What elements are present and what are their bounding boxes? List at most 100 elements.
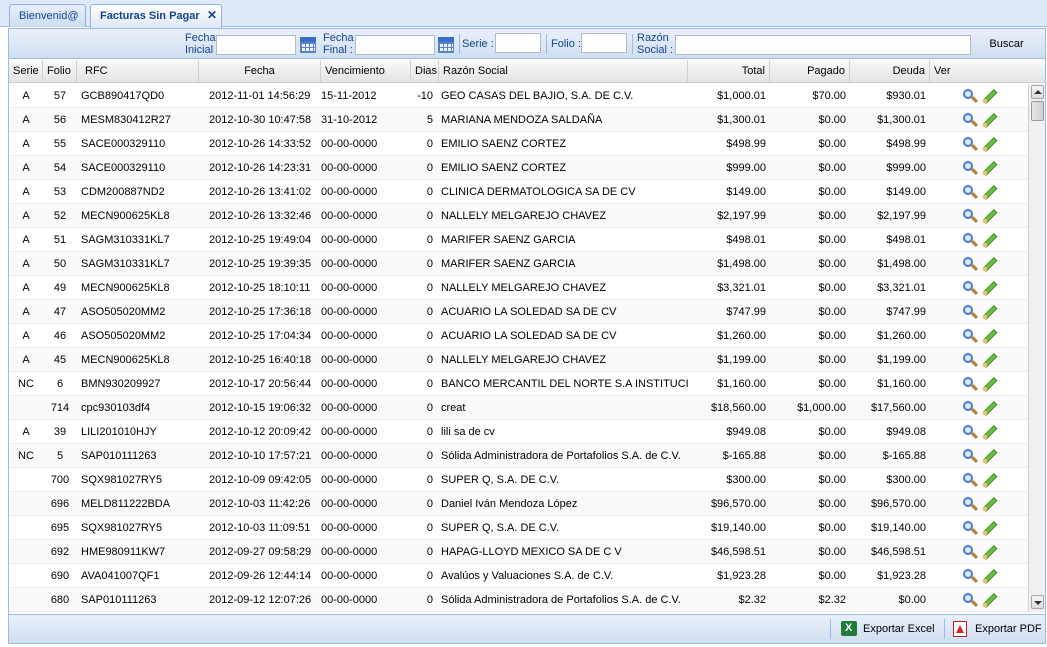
col-ver-header[interactable]: Ver (930, 60, 1028, 83)
edit-pencil-icon[interactable] (982, 136, 998, 152)
table-row[interactable]: 700 SQX981027RY5 2012-10-09 09:42:05 00-00-… (9, 468, 1028, 492)
table-row[interactable]: 690 AVA041007QF1 2012-09-26 12:44:14 00-00-… (9, 564, 1028, 588)
table-row[interactable]: A 57 GCB890417QD0 2012-11-01 14:56:29 15-11-… (9, 84, 1028, 108)
view-magnifier-icon[interactable] (962, 400, 979, 416)
edit-pencil-icon[interactable] (982, 424, 998, 440)
table-row[interactable]: A 53 CDM200887ND2 2012-10-26 13:41:02 00-00-… (9, 180, 1028, 204)
table-row[interactable]: 714 cpc930103df4 2012-10-15 19:06:32 00-00-… (9, 396, 1028, 420)
cell-fecha: 2012-10-09 09:42:05 (209, 474, 312, 486)
tab-facturas-sin-pagar[interactable]: Facturas Sin Pagar ✕ (90, 4, 222, 28)
col-razon-social-header[interactable]: Razón Social (439, 60, 688, 83)
view-magnifier-icon[interactable] (962, 328, 979, 344)
view-magnifier-icon[interactable] (962, 472, 979, 488)
cell-fecha: 2012-09-12 12:07:26 (209, 594, 312, 606)
cell-dias: 0 (426, 234, 433, 246)
view-magnifier-icon[interactable] (962, 232, 979, 248)
table-row[interactable]: 692 HME980911KW7 2012-09-27 09:58:29 00-00-… (9, 540, 1028, 564)
fecha-inicial-input[interactable] (216, 35, 296, 55)
edit-pencil-icon[interactable] (982, 448, 998, 464)
view-magnifier-icon[interactable] (962, 160, 979, 176)
view-magnifier-icon[interactable] (962, 184, 979, 200)
view-magnifier-icon[interactable] (962, 376, 979, 392)
col-rfc-header[interactable]: RFC (77, 60, 199, 83)
col-fecha-header[interactable]: Fecha (199, 60, 321, 83)
edit-pencil-icon[interactable] (982, 304, 998, 320)
table-row[interactable]: A 50 SAGM310331KL7 2012-10-25 19:39:35 00-00… (9, 252, 1028, 276)
view-magnifier-icon[interactable] (962, 208, 979, 224)
buscar-button[interactable]: Buscar (979, 34, 1034, 55)
edit-pencil-icon[interactable] (982, 280, 998, 296)
edit-pencil-icon[interactable] (982, 160, 998, 176)
view-magnifier-icon[interactable] (962, 496, 979, 512)
tab-bienvenido[interactable]: Bienvenid@ (9, 4, 86, 27)
edit-pencil-icon[interactable] (982, 184, 998, 200)
col-folio-header[interactable]: Folio (43, 60, 77, 83)
close-icon[interactable]: ✕ (207, 8, 217, 22)
folio-input[interactable] (581, 33, 627, 53)
col-dias-header[interactable]: Dias (411, 60, 439, 83)
table-row[interactable]: 680 SAP010111263 2012-09-12 12:07:26 00-00-… (9, 588, 1028, 612)
col-total-header[interactable]: Total (688, 60, 770, 83)
table-row[interactable]: A 54 SACE000329110 2012-10-26 14:23:31 00-00… (9, 156, 1028, 180)
vertical-scrollbar[interactable] (1028, 84, 1045, 612)
export-pdf-button[interactable]: Exportar PDF (953, 621, 1042, 639)
col-serie-header[interactable]: Serie (9, 60, 43, 83)
col-vencimiento-header[interactable]: Vencimiento (321, 60, 411, 83)
table-row[interactable]: A 46 ASO505020MM2 2012-10-25 17:04:34 00-00-… (9, 324, 1028, 348)
view-magnifier-icon[interactable] (962, 304, 979, 320)
calendar-icon[interactable] (299, 36, 317, 54)
edit-pencil-icon[interactable] (982, 496, 998, 512)
edit-pencil-icon[interactable] (982, 352, 998, 368)
table-row[interactable]: A 45 MECN900625KL8 2012-10-25 16:40:18 00-00… (9, 348, 1028, 372)
calendar-icon[interactable] (437, 36, 455, 54)
table-row[interactable]: A 49 MECN900625KL8 2012-10-25 18:10:11 00-00… (9, 276, 1028, 300)
table-row[interactable]: 695 SQX981027RY5 2012-10-03 11:09:51 00-00-… (9, 516, 1028, 540)
view-magnifier-icon[interactable] (962, 544, 979, 560)
edit-pencil-icon[interactable] (982, 400, 998, 416)
edit-pencil-icon[interactable] (982, 256, 998, 272)
view-magnifier-icon[interactable] (962, 448, 979, 464)
view-magnifier-icon[interactable] (962, 88, 979, 104)
view-magnifier-icon[interactable] (962, 568, 979, 584)
col-deuda-header[interactable]: Deuda (850, 60, 930, 83)
view-magnifier-icon[interactable] (962, 424, 979, 440)
edit-pencil-icon[interactable] (982, 88, 998, 104)
cell-rfc: MECN900625KL8 (81, 282, 170, 294)
edit-pencil-icon[interactable] (982, 520, 998, 536)
view-magnifier-icon[interactable] (962, 136, 979, 152)
edit-pencil-icon[interactable] (982, 232, 998, 248)
scroll-thumb[interactable] (1031, 101, 1044, 121)
view-magnifier-icon[interactable] (962, 520, 979, 536)
serie-input[interactable] (495, 33, 541, 53)
edit-pencil-icon[interactable] (982, 544, 998, 560)
table-row[interactable]: 696 MELD811222BDA 2012-10-03 11:42:26 00-00… (9, 492, 1028, 516)
edit-pencil-icon[interactable] (982, 472, 998, 488)
table-row[interactable]: A 51 SAGM310331KL7 2012-10-25 19:49:04 00-00… (9, 228, 1028, 252)
cell-folio: 5 (56, 450, 64, 462)
edit-pencil-icon[interactable] (982, 112, 998, 128)
table-row[interactable]: A 47 ASO505020MM2 2012-10-25 17:36:18 00-00-… (9, 300, 1028, 324)
razon-social-input[interactable] (675, 35, 971, 55)
edit-pencil-icon[interactable] (982, 568, 998, 584)
table-row[interactable]: A 56 MESM830412R27 2012-10-30 10:47:58 31-10… (9, 108, 1028, 132)
edit-pencil-icon[interactable] (982, 592, 998, 608)
edit-pencil-icon[interactable] (982, 376, 998, 392)
col-pagado-header[interactable]: Pagado (770, 60, 850, 83)
scroll-down-button[interactable] (1031, 595, 1044, 609)
edit-pencil-icon[interactable] (982, 208, 998, 224)
edit-pencil-icon[interactable] (982, 328, 998, 344)
view-magnifier-icon[interactable] (962, 280, 979, 296)
export-excel-button[interactable]: Exportar Excel (841, 621, 935, 639)
cell-venc: 00-00-0000 (321, 306, 378, 318)
table-row[interactable]: NC 6 BMN930209927 2012-10-17 20:56:44 00-00-… (9, 372, 1028, 396)
fecha-final-input[interactable] (355, 35, 435, 55)
view-magnifier-icon[interactable] (962, 592, 979, 608)
view-magnifier-icon[interactable] (962, 256, 979, 272)
table-row[interactable]: A 52 MECN900625KL8 2012-10-26 13:32:46 00-00… (9, 204, 1028, 228)
view-magnifier-icon[interactable] (962, 112, 979, 128)
view-magnifier-icon[interactable] (962, 352, 979, 368)
table-row[interactable]: A 39 LILI201010HJY 2012-10-12 20:09:42 00-00… (9, 420, 1028, 444)
table-row[interactable]: NC 5 SAP010111263 2012-10-10 17:57:21 00-00-… (9, 444, 1028, 468)
scroll-up-button[interactable] (1031, 85, 1044, 99)
table-row[interactable]: A 55 SACE000329110 2012-10-26 14:33:52 00-00… (9, 132, 1028, 156)
